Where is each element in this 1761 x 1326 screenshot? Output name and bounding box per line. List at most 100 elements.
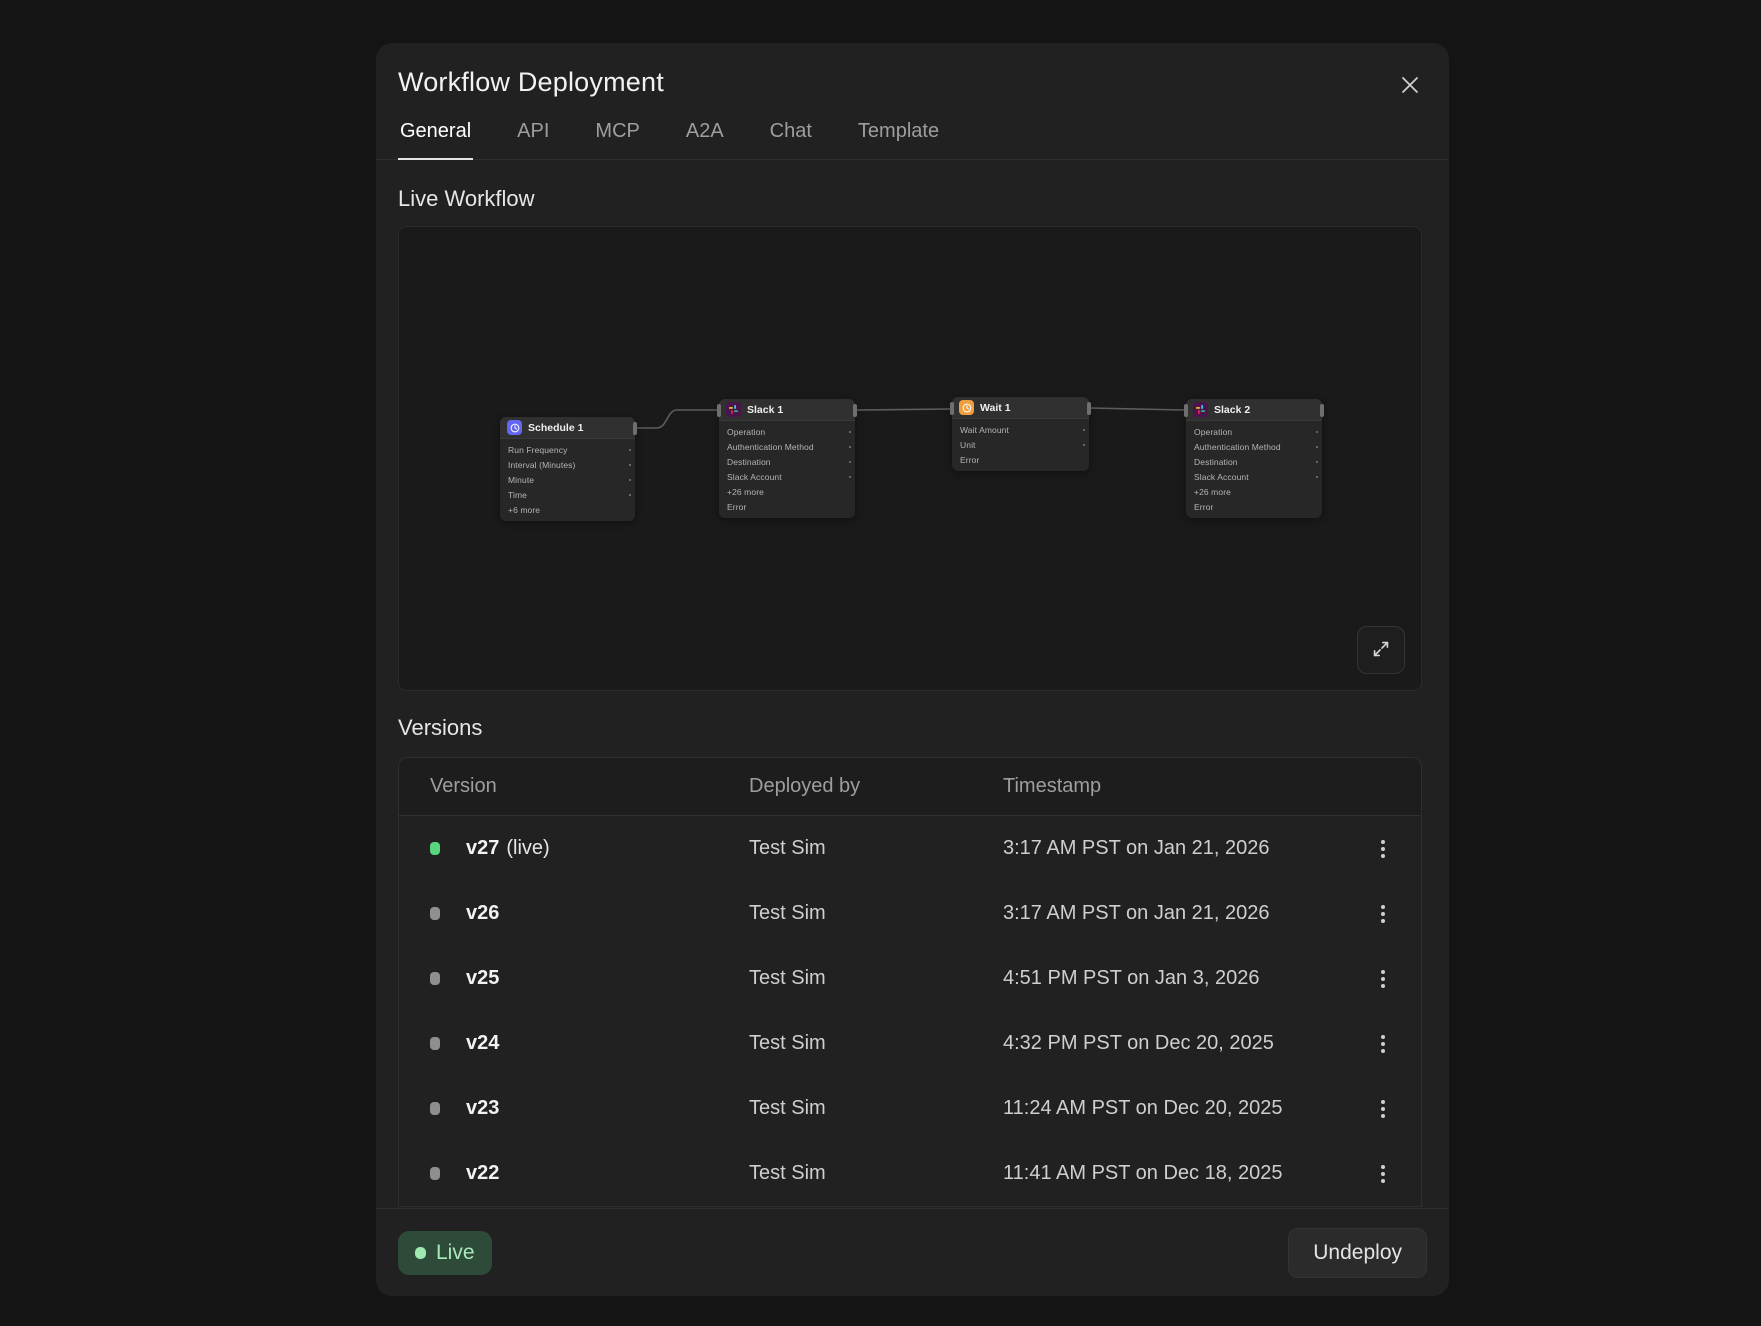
live-workflow-heading: Live Workflow [398, 186, 1427, 212]
input-handle[interactable] [717, 404, 721, 417]
node-field-more[interactable]: +26 more [1186, 484, 1322, 499]
wait-clock-icon [959, 400, 974, 415]
row-menu-button[interactable] [1365, 829, 1401, 869]
timestamp-cell: 4:32 PM PST on Dec 20, 2025 [1003, 1032, 1365, 1055]
node-header: Slack 2 [1186, 399, 1322, 421]
node-field: Error [719, 499, 855, 514]
modal-header: Workflow Deployment General API MCP A2A … [376, 43, 1449, 160]
slack-icon [1193, 402, 1208, 417]
node-body: Operation Authentication Method Destinat… [1186, 421, 1322, 518]
node-field: Slack Account [1186, 469, 1322, 484]
port-dot [1083, 444, 1086, 447]
workflow-canvas[interactable]: Schedule 1 Run Frequency Interval (Minut… [398, 226, 1422, 691]
port-dot [849, 446, 852, 449]
input-handle[interactable] [950, 402, 954, 415]
port-dot [849, 476, 852, 479]
live-suffix: (live) [506, 837, 549, 859]
modal-title: Workflow Deployment [398, 67, 1427, 98]
node-title: Slack 2 [1214, 404, 1250, 416]
node-field: Operation [1186, 424, 1322, 439]
version-row: v22 Test Sim 11:41 AM PST on Dec 18, 202… [399, 1141, 1421, 1206]
live-status-badge: Live [398, 1231, 492, 1275]
workflow-node-schedule-1[interactable]: Schedule 1 Run Frequency Interval (Minut… [500, 417, 635, 521]
workflow-node-wait-1[interactable]: Wait 1 Wait Amount Unit Error [952, 397, 1089, 471]
modal-content: Live Workflow Schedule 1 Run Frequency I… [376, 160, 1449, 1208]
port-dot [1083, 429, 1086, 432]
version-label: v22 [466, 1162, 499, 1184]
output-handle[interactable] [1087, 402, 1091, 415]
node-field: Unit [952, 437, 1089, 452]
tab-template[interactable]: Template [856, 120, 941, 160]
row-menu-button[interactable] [1365, 894, 1401, 934]
close-icon [1399, 74, 1421, 99]
tab-bar: General API MCP A2A Chat Template [398, 120, 1427, 159]
workflow-node-slack-2[interactable]: Slack 2 Operation Authentication Method … [1186, 399, 1322, 518]
node-field: Operation [719, 424, 855, 439]
tab-api[interactable]: API [515, 120, 551, 160]
undeploy-button[interactable]: Undeploy [1288, 1228, 1427, 1278]
live-dot-icon [415, 1247, 426, 1259]
row-menu-button[interactable] [1365, 959, 1401, 999]
status-dot [430, 1037, 440, 1050]
node-header: Slack 1 [719, 399, 855, 421]
node-header: Schedule 1 [500, 417, 635, 439]
version-label: v24 [466, 1032, 499, 1054]
timestamp-cell: 3:17 AM PST on Jan 21, 2026 [1003, 902, 1365, 925]
input-handle[interactable] [1184, 404, 1188, 417]
tab-a2a[interactable]: A2A [684, 120, 726, 160]
status-dot [430, 1167, 440, 1180]
output-handle[interactable] [633, 422, 637, 435]
node-field: Interval (Minutes) [500, 457, 635, 472]
node-field: Error [1186, 499, 1322, 514]
port-dot [629, 479, 632, 482]
deployed-by-cell: Test Sim [749, 902, 1003, 925]
tab-mcp[interactable]: MCP [593, 120, 641, 160]
node-field: Authentication Method [719, 439, 855, 454]
column-timestamp: Timestamp [1003, 775, 1365, 798]
modal-footer: Live Undeploy [376, 1208, 1449, 1296]
row-menu-button[interactable] [1365, 1089, 1401, 1129]
status-dot-live [430, 842, 440, 855]
port-dot [629, 449, 632, 452]
deployed-by-cell: Test Sim [749, 1097, 1003, 1120]
node-title: Schedule 1 [528, 422, 583, 434]
timestamp-cell: 11:41 AM PST on Dec 18, 2025 [1003, 1162, 1365, 1185]
port-dot [629, 464, 632, 467]
version-row: v27(live) Test Sim 3:17 AM PST on Jan 21… [399, 816, 1421, 881]
node-field: Time [500, 487, 635, 502]
node-field: Destination [719, 454, 855, 469]
node-field-more[interactable]: +26 more [719, 484, 855, 499]
workflow-node-slack-1[interactable]: Slack 1 Operation Authentication Method … [719, 399, 855, 518]
node-field: Slack Account [719, 469, 855, 484]
node-body: Wait Amount Unit Error [952, 419, 1089, 471]
port-dot [1316, 431, 1319, 434]
tab-chat[interactable]: Chat [768, 120, 814, 160]
row-menu-button[interactable] [1365, 1154, 1401, 1194]
expand-workflow-button[interactable] [1357, 626, 1405, 674]
node-field-more[interactable]: +6 more [500, 502, 635, 517]
node-field: Authentication Method [1186, 439, 1322, 454]
version-label: v23 [466, 1097, 499, 1119]
row-menu-button[interactable] [1365, 1024, 1401, 1064]
deployed-by-cell: Test Sim [749, 1162, 1003, 1185]
version-row: v26 Test Sim 3:17 AM PST on Jan 21, 2026 [399, 881, 1421, 946]
version-row: v25 Test Sim 4:51 PM PST on Jan 3, 2026 [399, 946, 1421, 1011]
output-handle[interactable] [1320, 404, 1324, 417]
workflow-deployment-modal: Workflow Deployment General API MCP A2A … [376, 43, 1449, 1296]
status-dot [430, 1102, 440, 1115]
version-label: v25 [466, 967, 499, 989]
close-button[interactable] [1393, 69, 1427, 103]
live-label: Live [436, 1241, 475, 1265]
version-row: v24 Test Sim 4:32 PM PST on Dec 20, 2025 [399, 1011, 1421, 1076]
output-handle[interactable] [853, 404, 857, 417]
version-label: v27 [466, 837, 499, 859]
version-label: v26 [466, 902, 499, 924]
node-field: Minute [500, 472, 635, 487]
port-dot [1316, 446, 1319, 449]
versions-table-header: Version Deployed by Timestamp [399, 758, 1421, 816]
tab-general[interactable]: General [398, 120, 473, 160]
deployed-by-cell: Test Sim [749, 967, 1003, 990]
node-field: Error [952, 452, 1089, 467]
node-header: Wait 1 [952, 397, 1089, 419]
deployed-by-cell: Test Sim [749, 837, 1003, 860]
